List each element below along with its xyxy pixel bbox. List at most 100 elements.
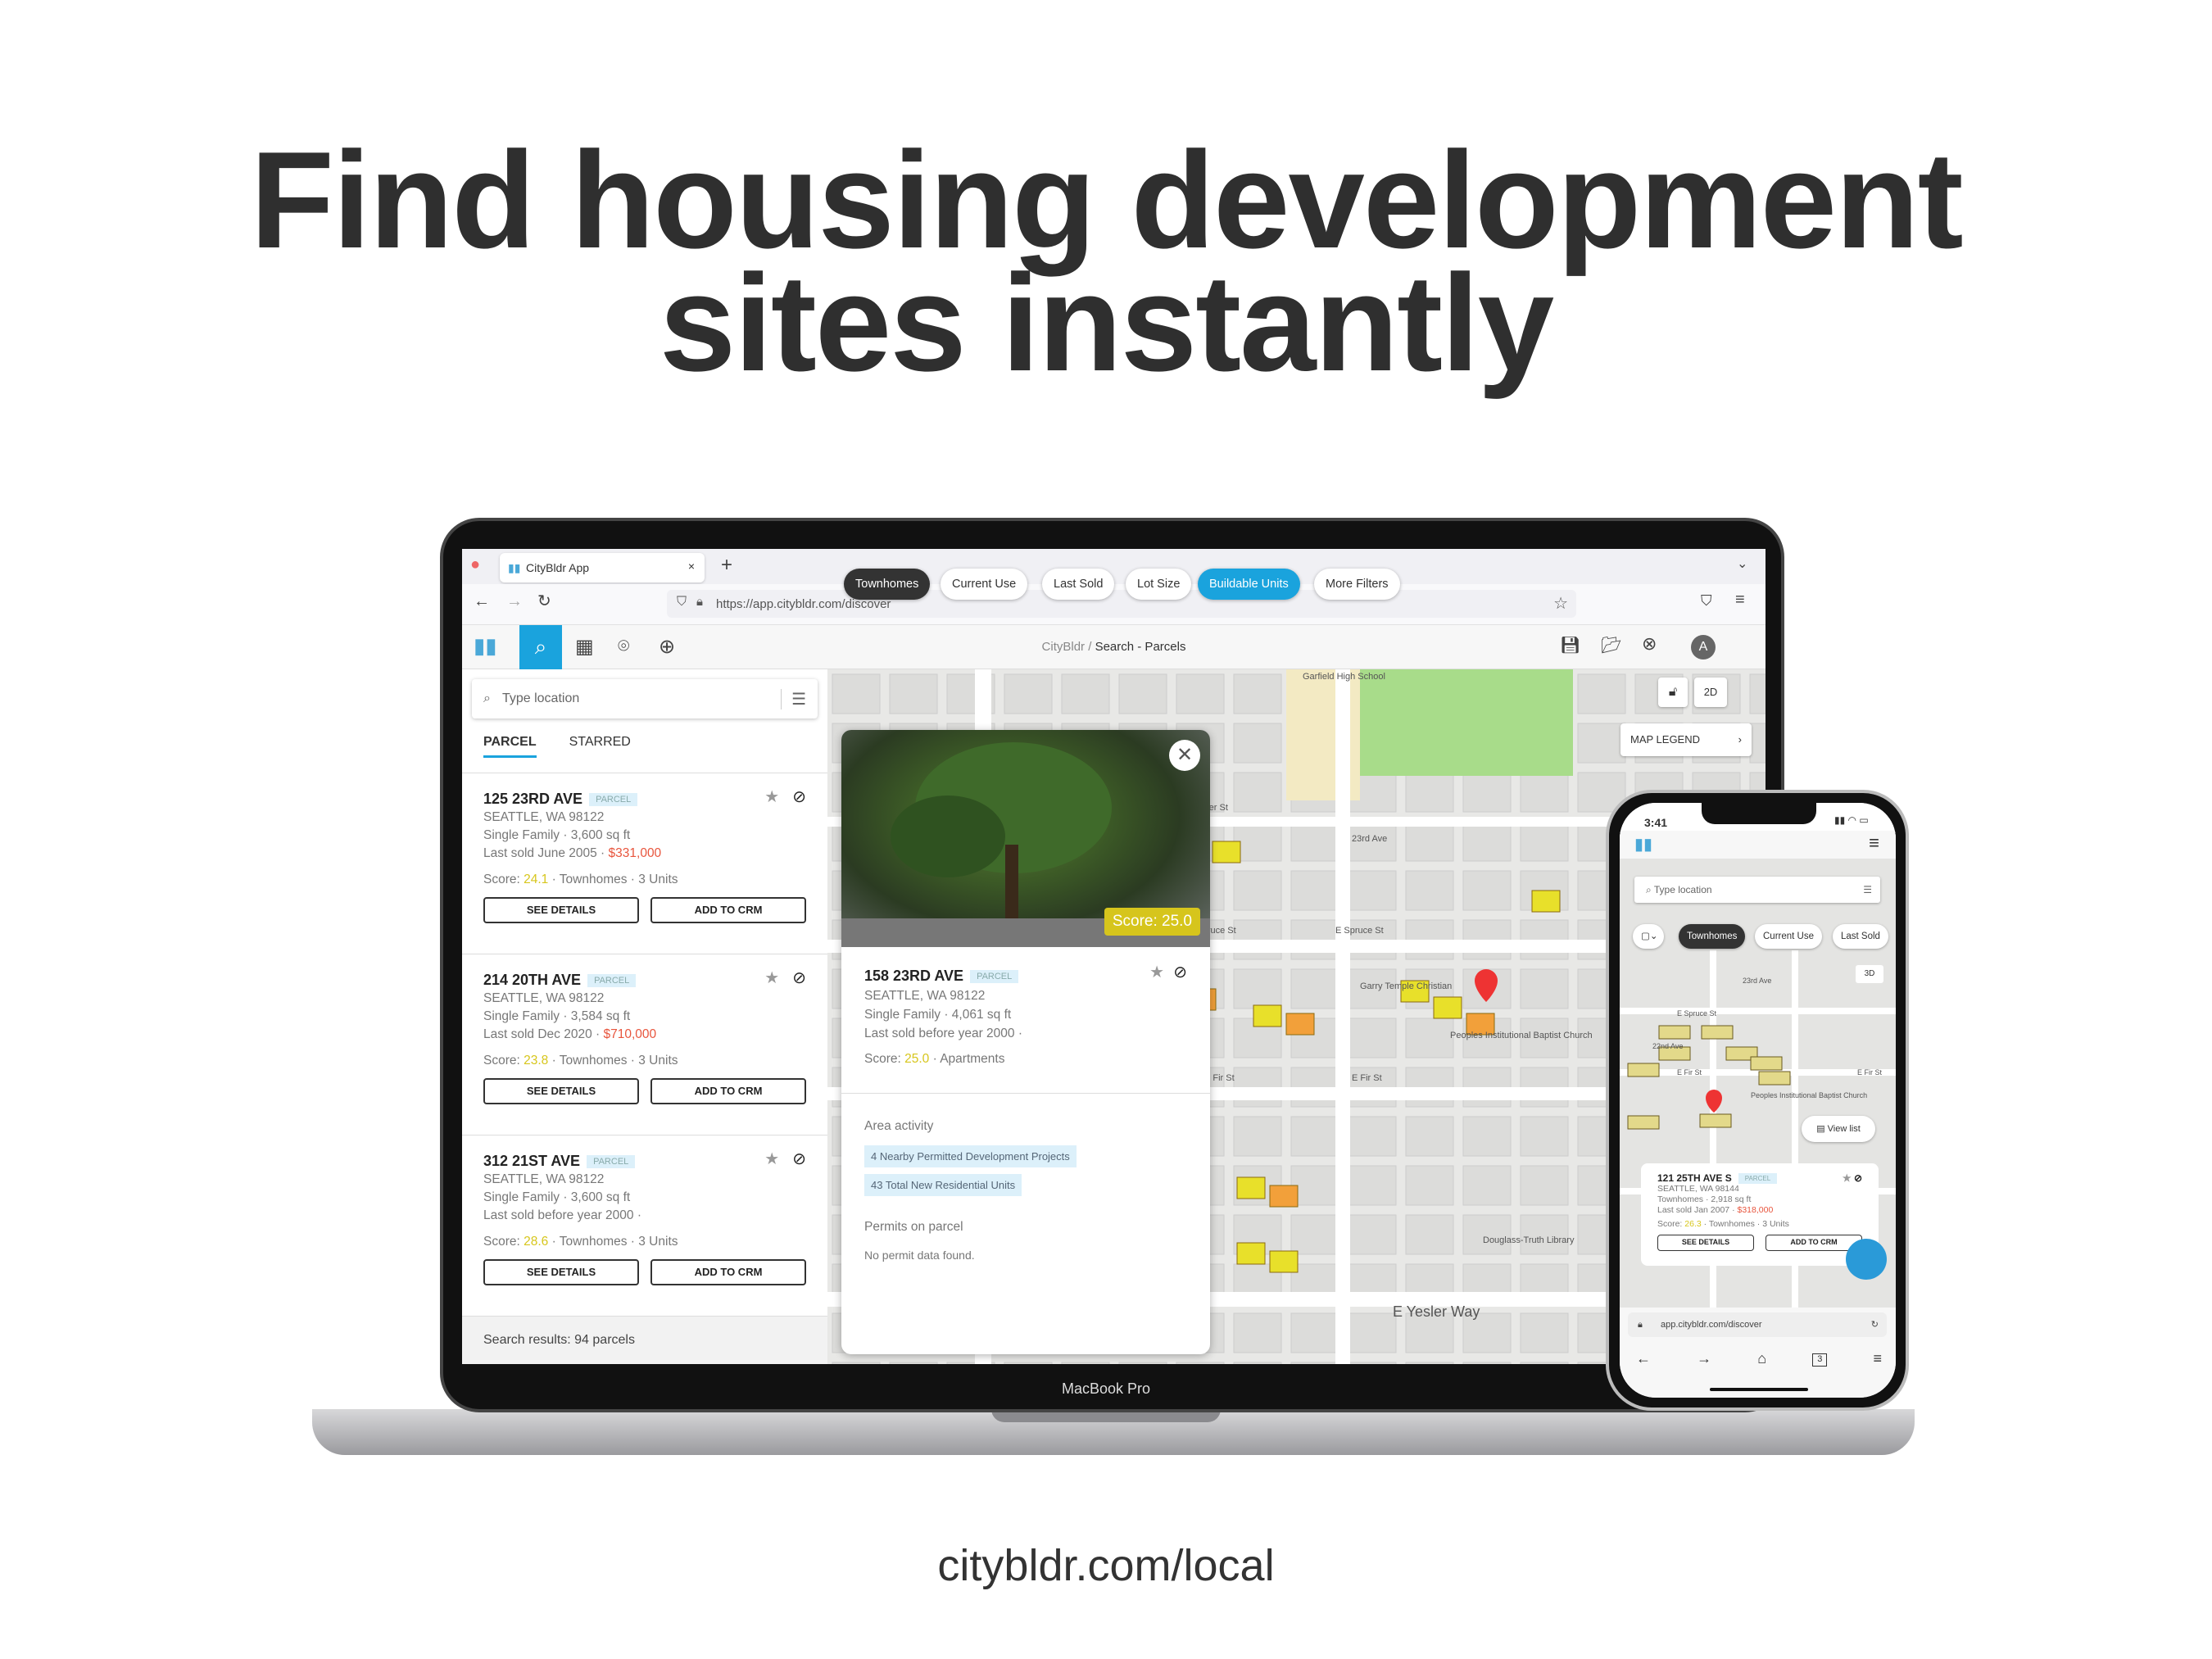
map-block [1233,1312,1282,1353]
hide-icon[interactable]: ⊘ [792,969,806,987]
reload-icon[interactable]: ↻ [1871,1312,1879,1337]
hide-icon[interactable]: ⊘ [792,788,806,806]
park-area [1360,669,1573,776]
map-block [889,1362,938,1364]
tab-starred[interactable]: STARRED [569,735,631,773]
map-block [1520,1362,1569,1364]
star-icon[interactable]: ★ ⊘ [1843,1173,1862,1184]
lock-map-icon[interactable]: 🔓︎ [1658,678,1688,707]
parcel-sold: Last sold before year 2000 · [483,1208,642,1223]
phone-search-input[interactable]: ⌕ Type location ☰ [1634,877,1880,903]
new-tab-button[interactable]: + [721,554,732,577]
back-icon[interactable]: ← [474,592,490,611]
parcel-card[interactable]: 125 23RD AVE PARCEL ★ ⊘ SEATTLE, WA 98122 … [462,773,827,954]
hide-icon[interactable]: ⊘ [792,1150,806,1168]
pocket-icon[interactable]: ⛉ [1701,592,1712,610]
phone-chip[interactable]: Last Sold [1833,924,1888,949]
map-block [832,1362,881,1364]
star-icon[interactable]: ★ [764,788,779,806]
building [1269,1185,1299,1208]
map-label: Douglass-Truth Library [1483,1235,1575,1245]
chat-button[interactable] [1846,1239,1887,1280]
add-to-crm-button[interactable]: ADD TO CRM [650,1078,806,1105]
map-block [1520,821,1569,862]
menu-icon[interactable]: ≡ [1873,1350,1882,1367]
map-block [1233,968,1282,1009]
breadcrumb-root[interactable]: CityBldr [1042,640,1086,654]
close-popup-icon[interactable]: ✕ [1169,740,1200,771]
home-icon[interactable]: ⌂ [1757,1350,1766,1367]
filter-sliders-icon[interactable]: ☰ [1863,877,1872,903]
phone-search-placeholder: Type location [1653,884,1712,895]
lock-icon: 🔒︎ [1638,1320,1643,1330]
close-circle-icon[interactable]: ⊗ [1642,633,1657,655]
phone-view-mode[interactable]: 3D [1856,965,1883,983]
map-block [1233,723,1282,764]
building [1658,1025,1691,1040]
search-input[interactable]: ⌕ Type location ☰ [472,679,818,718]
map-block [1749,723,1766,764]
bookmark-star-icon[interactable]: ☆ [1553,593,1568,614]
tab-close-icon[interactable]: × [688,560,695,573]
filter-chip[interactable]: More Filters [1314,569,1400,600]
phone-chip[interactable]: Townhomes [1679,924,1746,949]
hide-icon[interactable]: ⊘ [1854,1172,1862,1184]
tabs-count[interactable]: 3 [1812,1353,1828,1367]
parcel-card[interactable]: 214 20TH AVE PARCEL ★ ⊘ SEATTLE, WA 98122 … [462,954,827,1135]
hamburger-menu-icon[interactable]: ≡ [1869,832,1879,854]
star-icon[interactable]: ★ [764,1150,779,1168]
menu-icon[interactable]: ≡ [1735,591,1745,610]
phone-url-input[interactable]: 🔒︎ app.citybldr.com/discover ↻ [1628,1312,1887,1337]
parcel-badge: PARCEL [1738,1173,1778,1185]
folder-icon[interactable]: 📂︎ [1601,635,1621,655]
app-header: ▮▮ ⌕ ▦ ⌾ ⊕ CityBldr / Search - Parcels 💾… [462,625,1766,669]
filter-sliders-icon[interactable]: ☰ [781,688,806,709]
forward-icon[interactable]: → [506,592,523,611]
filter-chip[interactable]: Lot Size [1126,569,1192,600]
back-icon[interactable]: ← [1636,1350,1651,1367]
star-icon[interactable]: ★ [764,969,779,987]
star-icon[interactable]: ★ [1149,963,1164,981]
tab-title: CityBldr App [526,561,590,574]
map-block [1176,673,1225,714]
reload-icon[interactable]: ↻ [537,591,551,611]
see-details-button[interactable]: SEE DETAILS [483,1078,639,1105]
map-legend-button[interactable]: MAP LEGEND › [1620,723,1752,756]
headline-line-2: sites instantly [659,246,1554,400]
breadcrumb-page: Search - Parcels [1095,640,1186,654]
save-icon[interactable]: 💾︎ [1560,635,1580,655]
map-block [1118,673,1167,714]
filter-chip[interactable]: Townhomes [844,569,931,600]
view-list-button[interactable]: ▤ View list [1802,1116,1875,1142]
add-to-crm-button[interactable]: ADD TO CRM [650,1259,806,1286]
parcel-address: 125 23RD AVE PARCEL [483,790,806,809]
filter-chip[interactable]: Current Use [941,569,1028,600]
building [1531,890,1561,913]
citybldr-logo-icon[interactable]: ▮▮ [1634,834,1652,854]
hide-icon[interactable]: ⊘ [1173,963,1187,981]
footer-url[interactable]: citybldr.com/local [0,1540,2212,1591]
view-mode-toggle[interactable]: 2D [1694,678,1727,707]
add-to-crm-button[interactable]: ADD TO CRM [650,897,806,924]
map-block [1233,772,1282,813]
building [1269,1250,1299,1273]
map-block [1749,673,1766,714]
map-block [1061,673,1110,714]
url-input[interactable]: ⛉ 🔒︎ https://app.citybldr.com/discover ☆ [667,590,1576,618]
map-label: 23rd Ave [1352,834,1387,844]
filter-chip[interactable]: Buildable Units [1198,569,1300,600]
tab-parcel[interactable]: PARCEL [483,735,537,759]
see-details-button[interactable]: SEE DETAILS [1657,1235,1754,1252]
phone-chip[interactable]: Current Use [1755,924,1822,949]
avatar[interactable]: A [1691,635,1716,660]
tab-list-chevron-icon[interactable]: ⌄ [1737,555,1747,572]
map-block [1290,1165,1339,1206]
see-details-button[interactable]: SEE DETAILS [483,897,639,924]
browser-tab[interactable]: ▮▮ CityBldr App × [500,553,705,582]
filter-chip[interactable]: Last Sold [1042,569,1115,600]
parcel-card[interactable]: 312 21ST AVE PARCEL ★ ⊘ SEATTLE, WA 98122 … [462,1135,827,1317]
see-details-button[interactable]: SEE DETAILS [483,1259,639,1286]
map-block [1348,870,1397,911]
forward-icon[interactable]: → [1697,1350,1711,1367]
draw-shape-dropdown[interactable]: ▢⌄ [1633,924,1664,949]
